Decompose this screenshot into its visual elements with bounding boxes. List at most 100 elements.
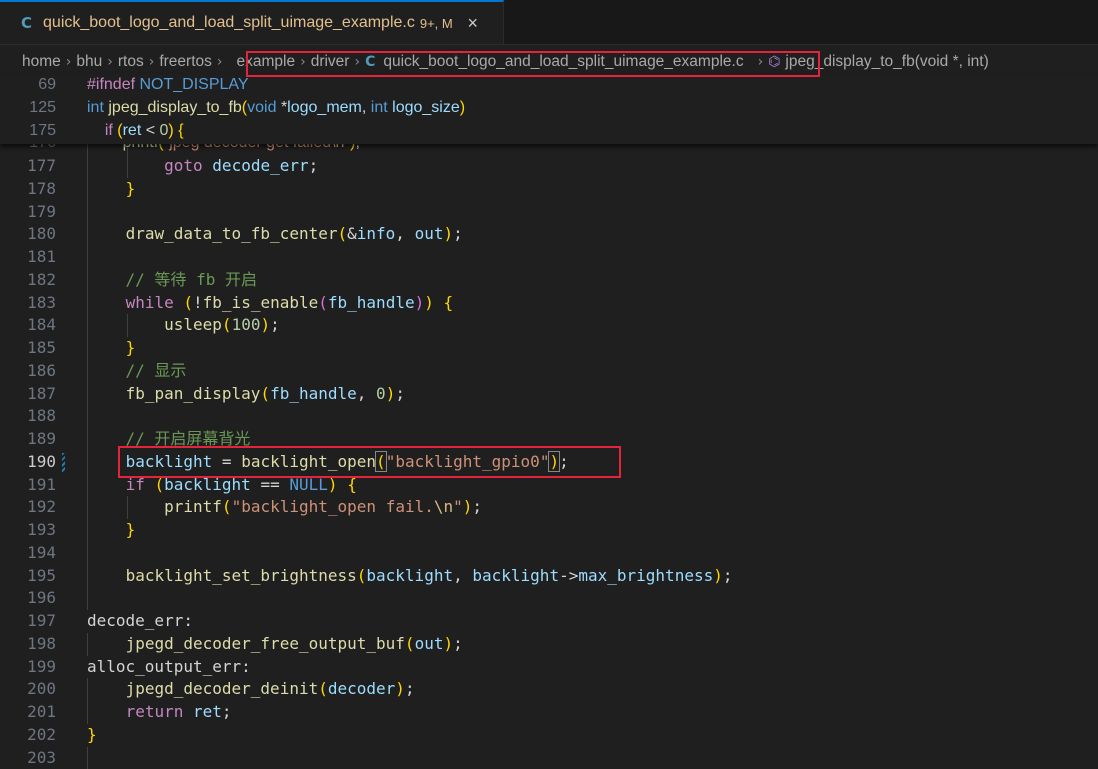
code-text[interactable]: jpegd_decoder_free_output_buf(out); [87, 633, 463, 656]
code-line[interactable]: 181 [0, 246, 1098, 269]
code-text[interactable]: while (!fb_is_enable(fb_handle)) { [87, 292, 453, 315]
breadcrumb: home › bhu › rtos › freertos › example ›… [0, 47, 1098, 77]
chevron-right-icon: › [354, 54, 360, 70]
code-text[interactable]: } [87, 178, 135, 201]
breadcrumb-bhu[interactable]: bhu [76, 53, 102, 71]
code-line[interactable]: 188 [0, 405, 1098, 428]
breadcrumb-rtos[interactable]: rtos [118, 53, 144, 71]
code-line[interactable]: 187 fb_pan_display(fb_handle, 0); [0, 383, 1098, 406]
line-number: 191 [0, 474, 56, 497]
code-line[interactable]: 180 draw_data_to_fb_center(&info, out); [0, 223, 1098, 246]
line-number: 183 [0, 292, 56, 315]
editor-tab-bar: C quick_boot_logo_and_load_split_uimage_… [0, 0, 1098, 45]
code-text[interactable]: if (ret < 0) { [87, 120, 184, 143]
line-number: 187 [0, 383, 56, 406]
code-text[interactable]: } [87, 724, 97, 747]
line-number: 69 [0, 74, 56, 97]
code-line[interactable]: 202} [0, 724, 1098, 747]
code-line[interactable]: 125 int jpeg_display_to_fb(void *logo_mem… [0, 97, 1098, 120]
line-number: 200 [0, 678, 56, 701]
code-line[interactable]: 186 // 显示 [0, 360, 1098, 383]
chevron-right-icon: › [217, 54, 223, 70]
editor-tab-active[interactable]: C quick_boot_logo_and_load_split_uimage_… [0, 0, 504, 44]
breadcrumb-example[interactable]: example [237, 53, 296, 71]
breadcrumb-driver[interactable]: driver [311, 53, 350, 71]
code-line[interactable]: 199alloc_output_err: [0, 656, 1098, 679]
code-line[interactable]: 69 #ifndef NOT_DISPLAY [0, 74, 1098, 97]
code-line[interactable]: 195 backlight_set_brightness(backlight, … [0, 565, 1098, 588]
code-line[interactable]: 203 [0, 747, 1098, 769]
close-icon[interactable]: × [464, 13, 482, 34]
code-text[interactable]: decode_err: [87, 610, 193, 633]
code-line[interactable]: 175 if (ret < 0) { [0, 120, 1098, 143]
code-text[interactable]: goto decode_err; [87, 155, 318, 178]
code-line[interactable]: 177 goto decode_err; [0, 155, 1098, 178]
code-text[interactable]: // 等待 fb 开启 [87, 269, 257, 292]
code-text[interactable]: fb_pan_display(fb_handle, 0); [87, 383, 405, 406]
code-text[interactable]: } [87, 337, 135, 360]
code-text[interactable]: draw_data_to_fb_center(&info, out); [87, 223, 463, 246]
line-number: 202 [0, 724, 56, 747]
code-text[interactable]: // 显示 [87, 360, 186, 383]
code-text[interactable]: #ifndef NOT_DISPLAY [87, 74, 249, 97]
code-editor[interactable]: 177 goto decode_err;178 }179180 draw_dat… [0, 74, 1098, 764]
code-line[interactable]: 194 [0, 542, 1098, 565]
indent-guide [87, 405, 88, 428]
tab-filename[interactable]: quick_boot_logo_and_load_split_uimage_ex… [43, 14, 415, 32]
code-line[interactable]: 185 } [0, 337, 1098, 360]
code-line[interactable]: 201 return ret; [0, 701, 1098, 724]
line-number: 181 [0, 246, 56, 269]
code-text[interactable]: // 开启屏幕背光 [87, 428, 250, 451]
line-number: 186 [0, 360, 56, 383]
code-text[interactable]: int jpeg_display_to_fb(void *logo_mem, i… [87, 97, 465, 120]
line-number: 185 [0, 337, 56, 360]
code-line[interactable]: 183 while (!fb_is_enable(fb_handle)) { [0, 292, 1098, 315]
code-text[interactable]: alloc_output_err: [87, 656, 251, 679]
code-line[interactable]: 176 printf("jpeg decoder get failed\n"); [0, 144, 1098, 155]
code-text[interactable]: backlight = backlight_open("backlight_gp… [87, 451, 569, 474]
code-line[interactable]: 193 } [0, 519, 1098, 542]
line-number: 192 [0, 496, 56, 519]
code-line[interactable]: 197 decode_err: [0, 610, 1098, 633]
line-number: 182 [0, 269, 56, 292]
line-number: 197 [0, 610, 56, 633]
code-text[interactable]: jpegd_decoder_deinit(decoder); [87, 678, 415, 701]
line-number: 193 [0, 519, 56, 542]
code-text[interactable]: backlight_set_brightness(backlight, back… [87, 565, 733, 588]
line-number: 203 [0, 747, 56, 769]
code-line[interactable]: 200 jpegd_decoder_deinit(decoder); [0, 678, 1098, 701]
c-language-icon: C [365, 54, 375, 70]
code-line[interactable]: 191 if (backlight == NULL) { [0, 474, 1098, 497]
line-number: 196 [0, 587, 56, 610]
breadcrumb-file[interactable]: quick_boot_logo_and_load_split_uimage_ex… [383, 53, 743, 71]
line-number: 179 [0, 201, 56, 224]
line-number: 198 [0, 633, 56, 656]
breadcrumb-symbol[interactable]: jpeg_display_to_fb(void *, int) [785, 53, 988, 71]
code-line[interactable]: 182 // 等待 fb 开启 [0, 269, 1098, 292]
indent-guide [87, 542, 88, 565]
code-line[interactable]: 190 backlight = backlight_open("backligh… [0, 451, 1098, 474]
code-line[interactable]: 189 // 开启屏幕背光 [0, 428, 1098, 451]
code-line[interactable]: 198 jpegd_decoder_free_output_buf(out); [0, 633, 1098, 656]
code-text[interactable]: return ret; [87, 701, 232, 724]
chevron-right-icon: › [758, 54, 764, 70]
indent-guide [87, 747, 88, 769]
code-line[interactable]: 192 printf("backlight_open fail.\n"); [0, 496, 1098, 519]
chevron-right-icon: › [149, 54, 155, 70]
line-number: 178 [0, 178, 56, 201]
code-line[interactable]: 184 usleep(100); [0, 314, 1098, 337]
line-number: 201 [0, 701, 56, 724]
code-text[interactable]: printf("backlight_open fail.\n"); [87, 496, 482, 519]
breadcrumb-freertos[interactable]: freertos [159, 53, 212, 71]
line-number: 190 [0, 451, 56, 474]
line-number: 125 [0, 97, 56, 120]
code-line[interactable]: 178 } [0, 178, 1098, 201]
code-text[interactable]: printf("jpeg decoder get failed\n"); [87, 144, 360, 155]
line-number: 189 [0, 428, 56, 451]
code-text[interactable]: usleep(100); [87, 314, 280, 337]
code-line[interactable]: 196 [0, 587, 1098, 610]
code-text[interactable]: if (backlight == NULL) { [87, 474, 357, 497]
code-line[interactable]: 179 [0, 201, 1098, 224]
breadcrumb-home[interactable]: home [22, 53, 61, 71]
code-text[interactable]: } [87, 519, 135, 542]
